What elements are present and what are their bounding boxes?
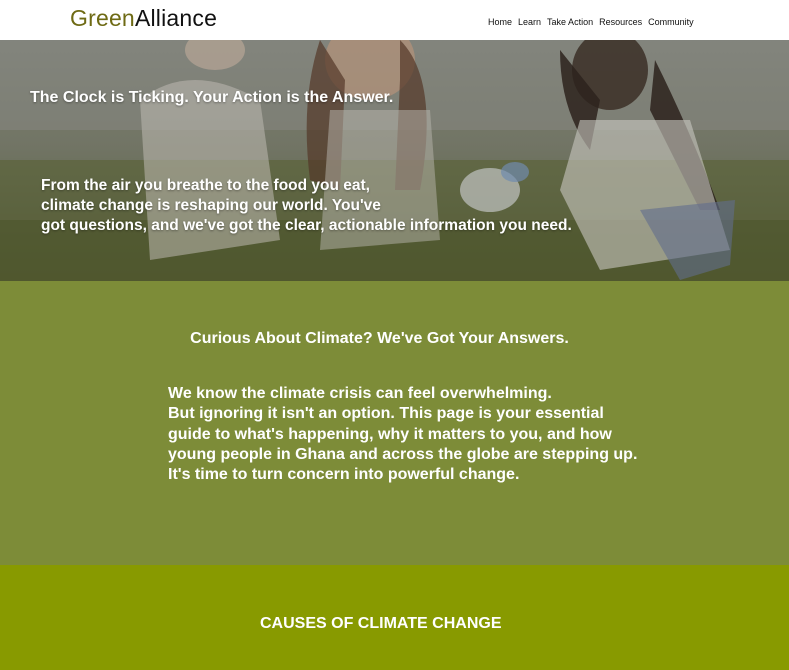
causes-title: CAUSES OF CLIMATE CHANGE	[260, 615, 502, 632]
hero-line: From the air you breathe to the food you…	[41, 177, 370, 194]
nav-home[interactable]: Home	[488, 17, 512, 27]
logo[interactable]: GreenAlliance	[70, 5, 217, 31]
logo-alliance-text: Alliance	[134, 5, 218, 31]
logo-green-text: Green	[70, 5, 135, 31]
intro-section: Curious About Climate? We've Got Your An…	[0, 281, 789, 565]
intro-text: We know the climate crisis can feel over…	[168, 384, 688, 485]
intro-line: It's time to turn concern into powerful …	[168, 466, 520, 484]
intro-line: young people in Ghana and across the glo…	[168, 445, 638, 463]
hero-title: The Clock is Ticking. Your Action is the…	[30, 89, 394, 106]
hero-photo	[0, 40, 789, 281]
intro-title: Curious About Climate? We've Got Your An…	[190, 330, 569, 347]
nav-community[interactable]: Community	[648, 17, 694, 27]
intro-line: guide to what's happening, why it matter…	[168, 425, 612, 443]
nav-learn[interactable]: Learn	[518, 17, 541, 27]
hero-section: The Clock is Ticking. Your Action is the…	[0, 40, 789, 281]
hero-description: From the air you breathe to the food you…	[41, 176, 661, 236]
intro-line: But ignoring it isn't an option. This pa…	[168, 405, 604, 423]
main-nav: Home Learn Take Action Resources Communi…	[488, 17, 694, 27]
hero-line: got questions, and we've got the clear, …	[41, 217, 572, 234]
site-header: GreenAlliance Home Learn Take Action Res…	[0, 0, 789, 41]
hero-line: climate change is reshaping our world. Y…	[41, 197, 381, 214]
nav-resources[interactable]: Resources	[599, 17, 642, 27]
nav-take-action[interactable]: Take Action	[547, 17, 593, 27]
intro-line: We know the climate crisis can feel over…	[168, 385, 552, 402]
causes-section: CAUSES OF CLIMATE CHANGE	[0, 565, 789, 670]
